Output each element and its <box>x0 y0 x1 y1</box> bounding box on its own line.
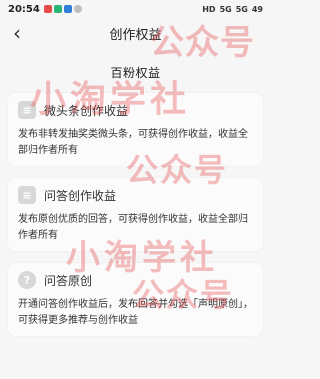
document-icon: ≡ <box>18 101 36 119</box>
status-time: 20:54 <box>8 3 40 15</box>
app-notification-icon <box>73 5 82 13</box>
section-title: 百粉权益 <box>110 66 161 80</box>
document-icon: ≡ <box>18 186 36 204</box>
content: 百粉权益 ≡ 微头条创作收益 发布非转发抽奖类微头条，可获得创作收益，收益全部归… <box>0 48 271 336</box>
benefit-card: ? 问答原创 开通问答创作收益后，发布回答并勾选「声明原创」，可获得更多推荐与创… <box>8 263 263 336</box>
benefit-title: 微头条创作收益 <box>44 103 129 118</box>
benefit-description: 发布原创优质的回答，可获得创作收益，收益全部归作者所有 <box>18 214 248 241</box>
benefit-title: 问答创作收益 <box>44 188 117 203</box>
benefit-title: 问答原创 <box>44 273 93 288</box>
status-battery: 49 <box>251 4 263 14</box>
app-notification-icon <box>53 5 62 13</box>
benefit-description: 开通问答创作收益后，发布回答并勾选「声明原创」，可获得更多推荐与创作收益 <box>18 299 253 326</box>
nav-bar: ‹ 创作权益 <box>0 18 271 48</box>
notification-icons <box>43 5 82 13</box>
status-hd: HD <box>202 4 216 14</box>
status-signal-1: 5G <box>219 4 232 14</box>
question-icon: ? <box>18 271 36 289</box>
status-bar: 20:54 HD 5G 5G 49 <box>0 0 271 18</box>
benefit-card: ≡ 微头条创作收益 发布非转发抽奖类微头条，可获得创作收益，收益全部归作者所有 <box>8 93 263 166</box>
page-title: 创作权益 <box>109 27 162 43</box>
status-signal-2: 5G <box>235 4 248 14</box>
benefit-card: ≡ 问答创作收益 发布原创优质的回答，可获得创作收益，收益全部归作者所有 <box>8 178 263 251</box>
status-indicators: HD 5G 5G 49 <box>202 5 263 14</box>
app-notification-icon <box>63 5 72 13</box>
back-chevron-icon[interactable]: ‹ <box>2 18 32 48</box>
app-notification-icon <box>43 5 52 13</box>
benefit-description: 发布非转发抽奖类微头条，可获得创作收益，收益全部归作者所有 <box>18 129 248 156</box>
